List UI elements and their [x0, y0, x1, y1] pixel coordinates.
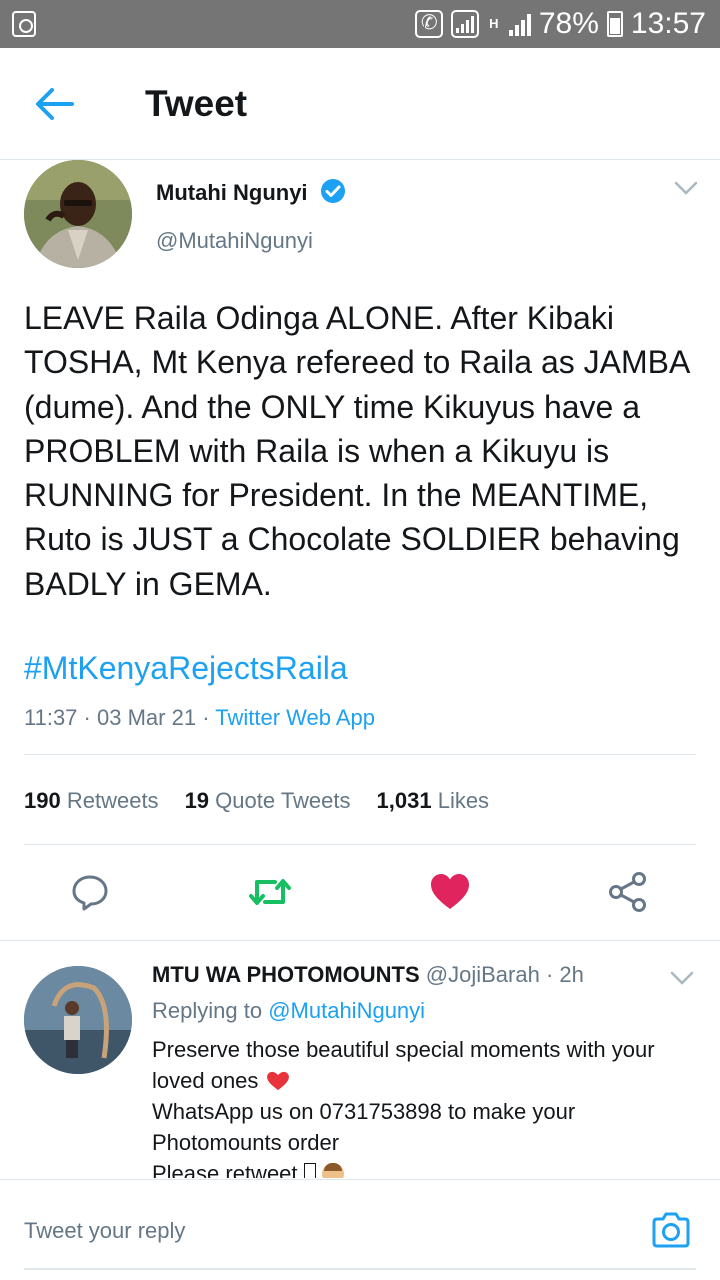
replying-to-handle[interactable]: @MutahiNgunyi [268, 998, 425, 1023]
quote-tweets-count: 19 [184, 788, 210, 813]
page-title: Tweet [145, 83, 248, 124]
avatar-photo [24, 966, 132, 1074]
divider [24, 754, 696, 755]
camera-icon[interactable] [650, 1210, 692, 1250]
reply-author-avatar[interactable] [24, 966, 132, 1074]
red-heart-emoji-icon [266, 1071, 289, 1091]
reply-line-3: Please retweet [152, 1161, 298, 1178]
reply-author-handle[interactable]: @JojiBarah [426, 962, 540, 987]
battery-icon [606, 11, 623, 37]
reply-header: MTU WA PHOTOMOUNTS @JojiBarah · 2h [152, 962, 584, 988]
tweet-text: LEAVE Raila Odinga ALONE. After Kibaki T… [24, 300, 689, 602]
share-button[interactable] [604, 868, 652, 916]
app-header: Tweet [0, 48, 720, 160]
tweet-source-link[interactable]: Twitter Web App [215, 705, 375, 730]
replying-prefix: Replying to [152, 998, 263, 1023]
network-type: H [489, 16, 499, 31]
arrow-left-icon [36, 88, 74, 120]
likes-label: Likes [437, 788, 490, 813]
reply-age: 2h [559, 962, 584, 987]
meta-separator: · [545, 962, 554, 987]
likes-count: 1,031 [376, 788, 432, 813]
person-emoji-icon [321, 1163, 344, 1178]
retweets-label: Retweets [66, 788, 159, 813]
tweet-stats: 190 Retweets 19 Quote Tweets 1,031 Likes [24, 788, 489, 814]
reply-line-2: WhatsApp us on 0731753898 to make your P… [152, 1099, 576, 1155]
battery-percent: 78% [538, 7, 599, 40]
chevron-down-icon[interactable] [668, 968, 696, 988]
author-avatar[interactable] [24, 160, 132, 268]
missing-glyph-icon [303, 1163, 316, 1178]
reply-composer: Tweet your reply [0, 1179, 720, 1280]
back-button[interactable] [30, 82, 82, 126]
retweets-stat[interactable]: 190 Retweets [24, 788, 159, 814]
meta-separator: · [83, 705, 97, 730]
chevron-down-icon[interactable] [672, 178, 700, 198]
clock: 13:57 [630, 7, 706, 40]
signal-box-icon [450, 10, 479, 38]
reply-input[interactable]: Tweet your reply [24, 1218, 185, 1244]
author-name[interactable]: Mutahi Ngunyi [156, 180, 308, 206]
meta-separator: · [202, 705, 216, 730]
reply-tweet[interactable]: MTU WA PHOTOMOUNTS @JojiBarah · 2h Reply… [0, 942, 720, 1178]
avatar-photo [24, 160, 132, 268]
likes-stat[interactable]: 1,031 Likes [377, 788, 490, 814]
reply-author-name[interactable]: MTU WA PHOTOMOUNTS [152, 962, 420, 987]
tweet-date: 03 Mar 21 [97, 705, 197, 730]
reply-text: Preserve those beautiful special moments… [152, 1034, 692, 1178]
quote-tweets-label: Quote Tweets [215, 788, 351, 813]
share-icon [609, 872, 646, 912]
retweets-count: 190 [24, 788, 61, 813]
reply-icon [72, 875, 108, 911]
retweet-button[interactable] [246, 868, 294, 916]
status-bar-right: H 78% 13:57 [414, 0, 706, 48]
reply-button[interactable] [66, 868, 114, 916]
divider [0, 940, 720, 941]
tweet-time: 11:37 [24, 705, 78, 730]
tweet-actions [0, 850, 720, 940]
reply-line-1: Preserve those beautiful special moments… [152, 1037, 655, 1093]
author-handle[interactable]: @MutahiNgunyi [156, 228, 313, 254]
quote-tweets-stat[interactable]: 19 Quote Tweets [185, 788, 351, 814]
hashtag-link[interactable]: #MtKenyaRejectsRaila [24, 650, 348, 687]
replying-to: Replying to @MutahiNgunyi [152, 998, 425, 1024]
verified-badge-icon [321, 179, 345, 203]
divider [24, 844, 696, 845]
tweet-meta: 11:37 · 03 Mar 21 · Twitter Web App [24, 705, 375, 731]
like-button[interactable] [426, 868, 474, 916]
cell-signal-icon [508, 12, 531, 36]
call-icon [414, 10, 443, 38]
retweet-icon [249, 879, 291, 905]
status-bar: H 78% 13:57 [0, 0, 720, 48]
cleaner-app-icon [12, 11, 36, 37]
input-underline [24, 1268, 696, 1270]
heart-icon [431, 874, 469, 909]
